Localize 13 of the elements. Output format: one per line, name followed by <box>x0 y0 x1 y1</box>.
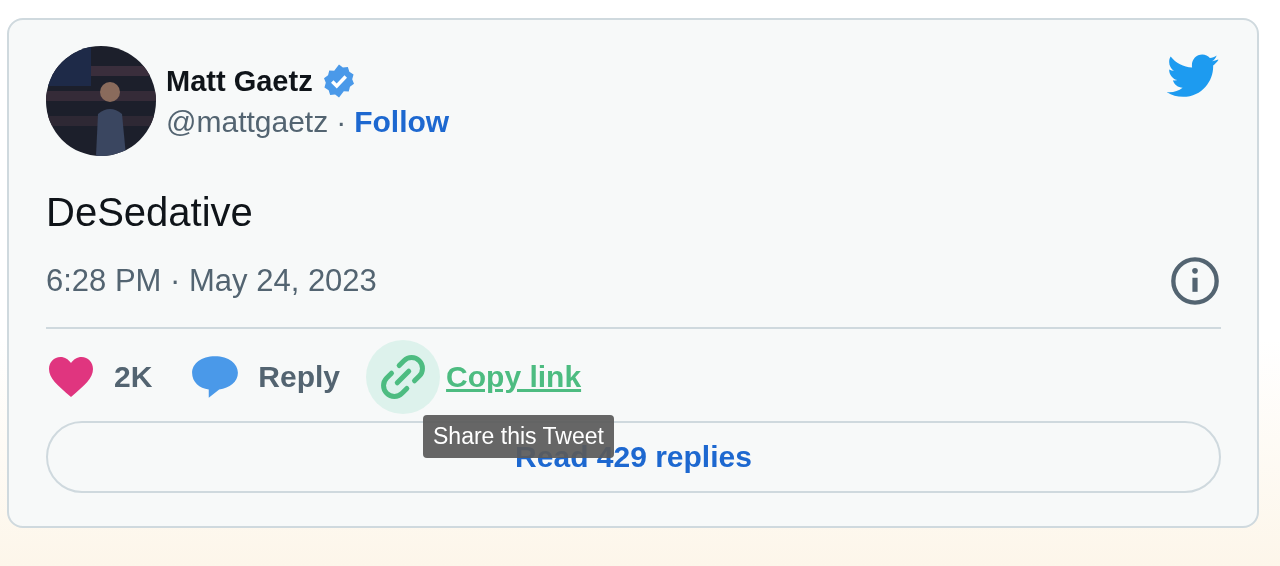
tweet-timestamp[interactable]: 6:28 PM · May 24, 2023 <box>46 263 377 299</box>
tweet-text: DeSedative <box>46 190 254 235</box>
link-icon <box>380 354 427 400</box>
author-handle[interactable]: @mattgaetz <box>166 105 329 139</box>
info-icon[interactable] <box>1169 255 1221 307</box>
bird-icon[interactable] <box>1167 54 1219 98</box>
reply-action[interactable]: Reply <box>178 340 341 414</box>
separator-dot: · <box>336 105 347 139</box>
follow-link[interactable]: Follow <box>354 105 450 139</box>
speech-bubble-icon <box>190 354 241 400</box>
author-name[interactable]: Matt Gaetz <box>166 64 313 98</box>
heart-icon <box>46 355 96 399</box>
like-action[interactable]: 2K <box>34 340 153 414</box>
